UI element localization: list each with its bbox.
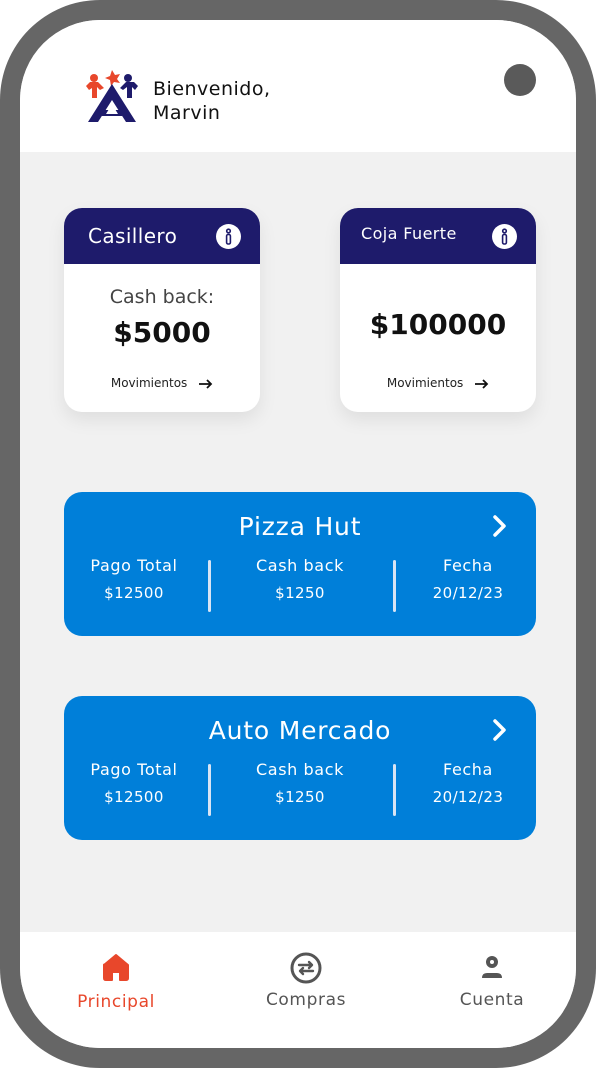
coja-fuerte-amount: $100000 xyxy=(369,308,507,341)
store-name: Auto Mercado xyxy=(208,716,392,745)
movimientos-label: Movimientos xyxy=(110,376,188,390)
nav-label-cuenta: Cuenta xyxy=(459,990,525,1010)
exchange-icon xyxy=(290,952,322,984)
purchase-card-auto-mercado[interactable]: Auto Mercado Pago Total $12500 Cash back… xyxy=(64,696,536,840)
info-icon[interactable] xyxy=(216,224,241,249)
info-icon[interactable] xyxy=(492,224,517,249)
cashback-value: $1250 xyxy=(275,788,325,806)
user-icon xyxy=(482,956,502,978)
date-label: Fecha xyxy=(443,556,493,575)
total-label: Pago Total xyxy=(90,556,178,575)
cashback-column: Cash back $1250 xyxy=(220,556,380,602)
nav-label-principal: Principal xyxy=(77,992,155,1012)
purchase-card-pizza-hut[interactable]: Pizza Hut Pago Total $12500 Cash back $1… xyxy=(64,492,536,636)
arrow-right-icon xyxy=(199,378,213,389)
store-name: Pizza Hut xyxy=(238,512,362,541)
total-label: Pago Total xyxy=(90,760,178,779)
coja-fuerte-card-title: Coja Fuerte xyxy=(361,224,457,243)
profile-avatar[interactable] xyxy=(504,64,536,96)
cashback-value: $1250 xyxy=(275,584,325,602)
nav-item-cuenta[interactable]: Cuenta xyxy=(422,952,562,1010)
casillero-amount: $5000 xyxy=(113,316,211,349)
cashback-label: Cash back xyxy=(256,556,344,575)
divider xyxy=(208,560,211,612)
date-column: Fecha 20/12/23 xyxy=(388,556,548,602)
movimientos-link[interactable]: Movimientos xyxy=(64,376,260,390)
welcome-username: Marvin xyxy=(153,102,221,124)
total-value: $12500 xyxy=(104,584,164,602)
cashback-label: Cash back xyxy=(256,760,344,779)
casillero-card-header: Casillero xyxy=(64,208,260,264)
date-value: 20/12/23 xyxy=(432,788,504,806)
casillero-card-title: Casillero xyxy=(88,224,178,248)
movimientos-label: Movimientos xyxy=(386,376,464,390)
total-value: $12500 xyxy=(104,788,164,806)
nav-item-compras[interactable]: Compras xyxy=(236,952,376,1010)
nav-item-principal[interactable]: Principal xyxy=(46,952,186,1012)
welcome-greeting: Bienvenido, xyxy=(153,78,271,100)
total-column: Pago Total $12500 xyxy=(54,556,214,602)
arrow-right-icon xyxy=(475,378,489,389)
date-column: Fecha 20/12/23 xyxy=(388,760,548,806)
phone-frame: Bienvenido, Marvin Casillero Cash back: … xyxy=(0,0,596,1068)
date-label: Fecha xyxy=(443,760,493,779)
casillero-card: Casillero Cash back: $5000 Movimientos xyxy=(64,208,260,412)
total-column: Pago Total $12500 xyxy=(54,760,214,806)
app-header: Bienvenido, Marvin xyxy=(20,20,576,152)
movimientos-link[interactable]: Movimientos xyxy=(340,376,536,390)
bottom-navigation: Principal Compras Cuenta xyxy=(20,932,576,1048)
coja-fuerte-card-header: Coja Fuerte xyxy=(340,208,536,264)
nav-label-compras: Compras xyxy=(265,990,347,1010)
divider xyxy=(208,764,211,816)
chevron-right-icon[interactable] xyxy=(492,515,508,537)
home-icon xyxy=(103,954,129,981)
brand-logo xyxy=(86,70,138,122)
chevron-right-icon[interactable] xyxy=(492,719,508,741)
cashback-column: Cash back $1250 xyxy=(220,760,380,806)
cashback-label: Cash back: xyxy=(109,286,215,308)
app-screen: Bienvenido, Marvin Casillero Cash back: … xyxy=(20,20,576,1048)
coja-fuerte-card: Coja Fuerte $100000 Movimientos xyxy=(340,208,536,412)
date-value: 20/12/23 xyxy=(432,584,504,602)
welcome-text: Bienvenido, Marvin xyxy=(153,77,271,125)
